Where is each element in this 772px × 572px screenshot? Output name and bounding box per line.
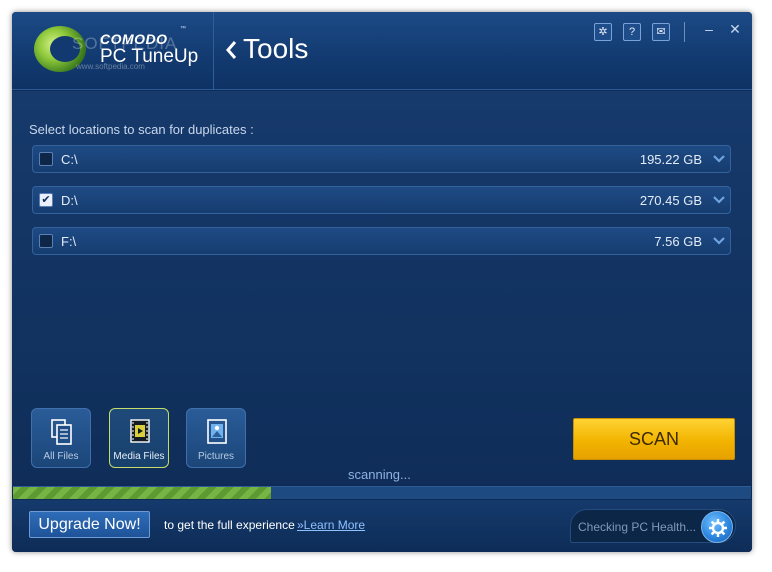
trademark: ™ <box>180 26 186 32</box>
promo-text: to get the full experience <box>164 518 295 532</box>
minimize-button[interactable]: – <box>702 21 716 39</box>
progress-fill <box>13 487 272 499</box>
gear-icon: ✲ <box>598 26 608 38</box>
pc-health-widget[interactable]: Checking PC Health... <box>570 509 736 543</box>
back-chevron-icon[interactable] <box>225 40 237 60</box>
drive-row-f[interactable]: F:\ 7.56 GB <box>32 227 731 255</box>
help-button[interactable]: ? <box>623 23 641 41</box>
picture-icon <box>207 419 227 444</box>
chevron-down-icon[interactable] <box>712 154 726 164</box>
media-files-button[interactable]: Media Files <box>109 408 169 468</box>
scan-prompt: Select locations to scan for duplicates … <box>29 122 254 137</box>
chevron-down-icon[interactable] <box>712 195 726 205</box>
file-type-label: Media Files <box>113 451 165 462</box>
chat-icon: ✉ <box>656 26 666 38</box>
header-divider <box>684 22 685 42</box>
question-icon: ? <box>628 26 636 38</box>
pictures-button[interactable]: Pictures <box>186 408 246 468</box>
scan-status: scanning... <box>348 467 411 482</box>
header: SOFTPEDIA www.softpedia.com COMODO ™ PC … <box>12 12 752 90</box>
documents-icon <box>51 419 72 445</box>
drive-checkbox[interactable] <box>39 234 53 248</box>
film-icon <box>130 419 150 443</box>
drive-size: 7.56 GB <box>654 234 702 249</box>
drive-row-d[interactable]: ✔ D:\ 270.45 GB <box>32 186 731 214</box>
settings-button[interactable]: ✲ <box>594 23 612 41</box>
all-files-button[interactable]: All Files <box>31 408 91 468</box>
brand-name: COMODO <box>100 31 168 47</box>
progress-bar <box>13 486 751 499</box>
feedback-button[interactable]: ✉ <box>652 23 670 41</box>
learn-more-link[interactable]: »Learn More <box>297 518 365 532</box>
health-status-text: Checking PC Health... <box>578 520 697 534</box>
drive-name: C:\ <box>61 152 78 167</box>
file-type-label: All Files <box>43 451 79 462</box>
drive-checkbox[interactable]: ✔ <box>39 193 53 207</box>
drive-checkbox[interactable] <box>39 152 53 166</box>
gear-icon[interactable] <box>701 511 733 543</box>
product-name: PC TuneUp <box>100 46 199 67</box>
scan-button[interactable]: SCAN <box>573 418 735 460</box>
close-button[interactable]: ✕ <box>728 21 742 39</box>
drive-row-c[interactable]: C:\ 195.22 GB <box>32 145 731 173</box>
drive-size: 270.45 GB <box>639 193 702 208</box>
drive-size: 195.22 GB <box>639 152 702 167</box>
chevron-down-icon[interactable] <box>712 236 726 246</box>
logo: SOFTPEDIA www.softpedia.com COMODO ™ PC … <box>12 12 214 90</box>
file-type-label: Pictures <box>197 451 235 462</box>
page-title: Tools <box>243 33 309 64</box>
upgrade-button[interactable]: Upgrade Now! <box>29 511 150 538</box>
drive-name: F:\ <box>61 234 77 249</box>
app-window: SOFTPEDIA www.softpedia.com COMODO ™ PC … <box>12 12 752 552</box>
footer: Upgrade Now! to get the full experience … <box>12 500 752 552</box>
drive-name: D:\ <box>61 193 78 208</box>
